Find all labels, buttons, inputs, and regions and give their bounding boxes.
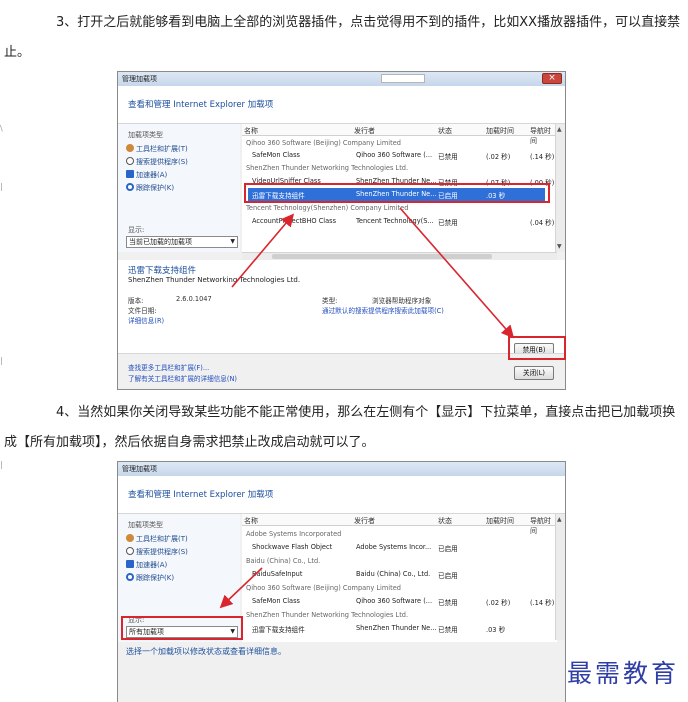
scroll-up-icon[interactable]: ▲: [557, 516, 562, 523]
table-group-row: Adobe Systems Incorporated: [246, 530, 342, 538]
edge-mark: \: [0, 124, 3, 133]
header-text: 查看和管理 Internet Explorer 加载项: [128, 490, 274, 500]
close-icon[interactable]: ×: [542, 73, 562, 84]
version-value: 2.6.0.1047: [176, 295, 212, 303]
table-row[interactable]: AccountProtectBHO Class Tencent Technolo…: [242, 215, 557, 228]
table-row[interactable]: SafeMon Class Qihoo 360 Software (... 已禁…: [242, 149, 557, 162]
table-row[interactable]: Shockwave Flash Object Adobe Systems Inc…: [242, 541, 557, 554]
dialog-title: 管理加载项: [122, 75, 157, 83]
dialog-title: 管理加载项: [122, 465, 157, 473]
detail-addon-name: 迅雷下载支持组件: [128, 266, 197, 276]
tracking-protection-icon: [126, 183, 134, 191]
step4-paragraph: 4、当然如果你关闭导致某些功能不能正常使用，那么在左侧有个【显示】下拉菜单，直接…: [4, 405, 676, 450]
addon-type-accelerators[interactable]: 加速器(A): [126, 170, 167, 180]
accelerator-icon: [126, 560, 134, 568]
manage-addons-dialog-screenshot-1: 管理加载项 × 查看和管理 Internet Explorer 加载项 加载项类…: [117, 71, 566, 390]
table-group-row: ShenZhen Thunder Networking Technologies…: [246, 164, 409, 172]
version-label: 版本:: [128, 297, 144, 305]
addon-type-toolbars[interactable]: 工具栏和扩展(T): [126, 144, 188, 154]
dialog-footer: 查找更多工具栏和扩展(F)... 了解有关工具栏和扩展的详细信息(N) 关闭(L…: [118, 353, 565, 389]
gear-icon: [126, 534, 134, 542]
addon-type-tracking[interactable]: 跟踪保护(K): [126, 183, 174, 193]
highlight-disable-button: [508, 336, 566, 360]
table-group-row: Baidu (China) Co., Ltd.: [246, 557, 321, 565]
titlebar-search-box: [381, 74, 425, 83]
table-row[interactable]: SafeMon Class Qihoo 360 Software (... 已禁…: [242, 595, 557, 608]
scroll-down-icon[interactable]: ▼: [557, 243, 562, 250]
type-label: 类型:: [322, 297, 338, 305]
addon-types-pane: 加载项类型 工具栏和扩展(T) 搜索提供程序(S) 加速器(A) 跟踪保护(K)…: [118, 124, 240, 252]
learn-more-toolbars-link[interactable]: 了解有关工具栏和扩展的详细信息(N): [128, 373, 237, 383]
accelerator-icon: [126, 170, 134, 178]
header-text: 查看和管理 Internet Explorer 加载项: [128, 100, 274, 110]
watermark-logo: 最需教育: [567, 659, 680, 688]
table-group-row: Qihoo 360 Software (Beijing) Company Lim…: [246, 584, 401, 592]
highlight-selected-addon: [244, 183, 550, 203]
table-group-row: Tencent Technology(Shenzhen) Company Lim…: [246, 204, 409, 212]
select-addon-hint: 选择一个加载项以修改状态或查看详细信息。: [126, 647, 286, 656]
edge-mark: |: [0, 182, 3, 191]
addon-type-toolbars[interactable]: 工具栏和扩展(T): [126, 534, 188, 544]
dialog-header: 查看和管理 Internet Explorer 加载项: [118, 86, 565, 124]
addon-type-accelerators[interactable]: 加速器(A): [126, 560, 167, 570]
column-status[interactable]: 状态: [438, 516, 452, 526]
type-value: 浏览器帮助程序对象: [372, 297, 432, 305]
table-horizontal-scrollbar[interactable]: [242, 252, 557, 260]
column-publisher[interactable]: 发行者: [354, 516, 375, 526]
column-publisher[interactable]: 发行者: [354, 126, 375, 136]
column-load-time[interactable]: 加载时间: [486, 516, 514, 526]
addon-type-tracking[interactable]: 跟踪保护(K): [126, 573, 174, 583]
table-row[interactable]: BaiduSafeInput Baidu (China) Co., Ltd. 已…: [242, 568, 557, 581]
search-icon: [126, 547, 134, 555]
chevron-down-icon: ▼: [230, 238, 235, 245]
show-label: 显示:: [128, 226, 145, 234]
column-name[interactable]: 名称: [244, 516, 258, 526]
dialog-titlebar: 管理加载项 ×: [118, 72, 565, 86]
dialog-header: 查看和管理 Internet Explorer 加载项: [118, 476, 565, 514]
addon-type-search[interactable]: 搜索提供程序(S): [126, 547, 188, 557]
addon-type-search[interactable]: 搜索提供程序(S): [126, 157, 188, 167]
table-header: 名称 发行者 状态 加载时间 导航时间: [242, 514, 557, 535]
detail-publisher: ShenZhen Thunder Networking Technologies…: [128, 276, 301, 284]
show-dropdown-value: 当前已加载的加载项: [129, 238, 192, 246]
table-row[interactable]: 迅雷下载支持组件 ShenZhen Thunder Ne... 已禁用 .03 …: [242, 622, 557, 635]
table-vertical-scrollbar[interactable]: ▲ ▼: [555, 124, 565, 252]
dialog-titlebar: 管理加载项: [118, 462, 565, 476]
column-name[interactable]: 名称: [244, 126, 258, 136]
scroll-up-icon[interactable]: ▲: [557, 126, 562, 133]
column-load-time[interactable]: 加载时间: [486, 126, 514, 136]
scroll-thumb[interactable]: [272, 254, 492, 259]
highlight-show-dropdown: [121, 616, 243, 640]
search-icon: [126, 157, 134, 165]
manage-addons-dialog-screenshot-2: 管理加载项 查看和管理 Internet Explorer 加载项 加载项类型 …: [117, 461, 566, 702]
more-info-link[interactable]: 详细信息(R): [128, 315, 164, 325]
addon-types-label: 加载项类型: [128, 521, 163, 529]
column-status[interactable]: 状态: [438, 126, 452, 136]
table-vertical-scrollbar[interactable]: ▲: [555, 514, 565, 640]
find-more-toolbars-link[interactable]: 查找更多工具栏和扩展(F)...: [128, 362, 209, 372]
step3-paragraph: 3、打开之后就能够看到电脑上全部的浏览器插件，点击觉得用不到的插件，比如XX播放…: [4, 15, 681, 60]
edge-mark: |: [0, 356, 3, 365]
table-header: 名称 发行者 状态 加载时间 导航时间: [242, 124, 557, 145]
search-addon-link[interactable]: 通过默认的搜索提供程序搜索此加载项(C): [322, 305, 444, 315]
addons-table: 名称 发行者 状态 加载时间 导航时间 Adobe Systems Incorp…: [242, 514, 557, 642]
table-group-row: ShenZhen Thunder Networking Technologies…: [246, 611, 409, 619]
close-button[interactable]: 关闭(L): [514, 366, 554, 380]
addon-detail-panel: 迅雷下载支持组件 ShenZhen Thunder Networking Tec…: [118, 260, 565, 360]
addon-types-label: 加载项类型: [128, 131, 163, 139]
gear-icon: [126, 144, 134, 152]
edge-mark: |: [0, 460, 3, 469]
tracking-protection-icon: [126, 573, 134, 581]
file-date-label: 文件日期:: [128, 307, 157, 315]
show-dropdown[interactable]: 当前已加载的加载项 ▼: [126, 236, 238, 248]
